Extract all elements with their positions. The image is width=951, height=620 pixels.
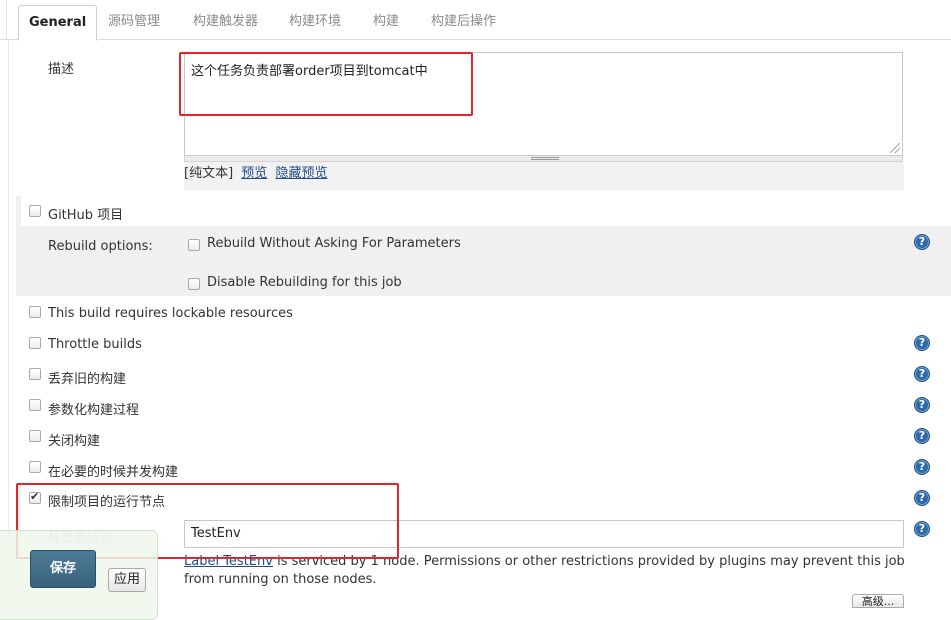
- rebuild-options-label: Rebuild options:: [48, 239, 153, 254]
- lockable-resources-checkbox[interactable]: [29, 306, 41, 318]
- tab-bar: General 源码管理 构建触发器 构建环境 构建 构建后操作: [0, 0, 951, 41]
- plain-text-label: [纯文本]: [184, 166, 234, 181]
- help-icon[interactable]: ?: [914, 521, 930, 537]
- parameterized-label: 参数化构建过程: [48, 403, 140, 418]
- hide-preview-link[interactable]: 隐藏预览: [275, 166, 327, 181]
- preview-link[interactable]: 预览: [241, 166, 267, 181]
- concurrent-builds-label: 在必要的时候并发构建: [48, 465, 179, 480]
- github-project-checkbox[interactable]: [29, 205, 41, 217]
- disable-build-label: 关闭构建: [48, 434, 101, 449]
- tab-general[interactable]: General: [18, 5, 98, 41]
- resize-grip-icon[interactable]: [890, 143, 900, 153]
- help-icon[interactable]: ?: [914, 366, 930, 382]
- tab-build[interactable]: 构建: [373, 6, 399, 40]
- help-icon[interactable]: ?: [914, 397, 930, 413]
- help-icon[interactable]: ?: [914, 234, 930, 250]
- concurrent-builds-checkbox[interactable]: [29, 461, 41, 473]
- help-icon[interactable]: ?: [914, 428, 930, 444]
- rebuild-without-asking-label: Rebuild Without Asking For Parameters: [207, 236, 461, 251]
- section-left-rule: [8, 40, 9, 605]
- throttle-builds-label: Throttle builds: [48, 337, 142, 352]
- tab-build-triggers[interactable]: 构建触发器: [193, 6, 258, 40]
- rebuild-options-panel: [21, 226, 951, 296]
- help-icon[interactable]: ?: [914, 459, 930, 475]
- rebuild-without-asking-checkbox[interactable]: [188, 239, 200, 251]
- discard-old-builds-checkbox[interactable]: [29, 368, 41, 380]
- discard-old-builds-label: 丢弃旧的构建: [48, 372, 127, 387]
- help-icon[interactable]: ?: [914, 335, 930, 351]
- parameterized-checkbox[interactable]: [29, 399, 41, 411]
- throttle-builds-checkbox[interactable]: [29, 337, 41, 349]
- tab-bar-edge: [6, 0, 7, 40]
- disable-rebuilding-label: Disable Rebuilding for this job: [207, 275, 402, 290]
- apply-button[interactable]: 应用: [108, 568, 146, 592]
- description-label: 描述: [48, 62, 75, 77]
- highlight-description: [179, 52, 473, 116]
- disable-rebuilding-checkbox[interactable]: [188, 278, 200, 290]
- preview-row: [纯文本] 预览 隐藏预览: [184, 162, 904, 190]
- github-project-label: GitHub 项目: [48, 208, 124, 223]
- save-button[interactable]: 保存: [30, 550, 96, 588]
- advanced-button[interactable]: 高级...: [852, 594, 904, 608]
- tab-source-code[interactable]: 源码管理: [108, 6, 160, 40]
- help-icon[interactable]: ?: [914, 490, 930, 506]
- tab-post-build[interactable]: 构建后操作: [431, 6, 496, 40]
- disable-build-checkbox[interactable]: [29, 430, 41, 442]
- tab-build-environment[interactable]: 构建环境: [289, 6, 341, 40]
- lockable-resources-label: This build requires lockable resources: [48, 306, 293, 321]
